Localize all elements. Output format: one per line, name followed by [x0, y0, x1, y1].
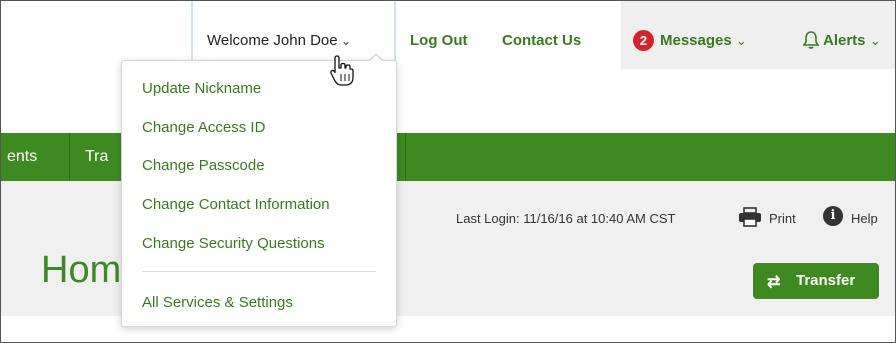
- chevron-down-icon: ⌄: [735, 33, 747, 48]
- transfer-button-label: Transfer: [796, 272, 856, 289]
- dropdown-caret-fill: [369, 55, 383, 62]
- menu-item-change-passcode[interactable]: Change Passcode: [142, 157, 265, 174]
- page-title: Hom: [41, 249, 122, 291]
- contact-us-link[interactable]: Contact Us: [502, 32, 581, 49]
- chevron-down-icon: ⌄: [869, 33, 881, 48]
- bell-icon: [802, 31, 820, 49]
- chevron-down-icon: ⌄: [340, 33, 352, 48]
- menu-item-change-security-questions[interactable]: Change Security Questions: [142, 235, 325, 252]
- messages-count-badge: 2: [633, 30, 654, 51]
- last-login-text: Last Login: 11/16/16 at 10:40 AM CST: [456, 211, 676, 226]
- help-link[interactable]: Help: [851, 211, 878, 226]
- alerts-menu[interactable]: Alerts ⌄: [823, 32, 881, 49]
- menu-divider: [142, 271, 376, 272]
- info-icon[interactable]: i: [823, 206, 843, 226]
- print-link[interactable]: Print: [769, 211, 796, 226]
- swap-arrows-icon: ⇄: [767, 274, 781, 291]
- nav-item-transfers[interactable]: Tra: [85, 133, 121, 181]
- messages-menu[interactable]: Messages ⌄: [660, 32, 747, 49]
- welcome-label[interactable]: Welcome John Doe ⌄: [207, 32, 352, 49]
- logout-link[interactable]: Log Out: [410, 32, 467, 49]
- printer-icon[interactable]: [738, 207, 762, 227]
- welcome-menu-trigger[interactable]: Welcome John Doe ⌄: [191, 1, 396, 69]
- transfer-button[interactable]: ⇄ Transfer: [753, 263, 879, 299]
- menu-item-change-contact-information[interactable]: Change Contact Information: [142, 196, 330, 213]
- menu-item-all-services-settings[interactable]: All Services & Settings: [142, 294, 293, 311]
- hand-pointer-icon: [330, 55, 354, 86]
- menu-item-update-nickname[interactable]: Update Nickname: [142, 80, 261, 97]
- nav-divider: [405, 133, 406, 181]
- nav-divider: [69, 133, 70, 181]
- account-dropdown-menu: Update Nickname Change Access ID Change …: [121, 60, 397, 327]
- menu-item-change-access-id[interactable]: Change Access ID: [142, 119, 265, 136]
- nav-item-payments[interactable]: ents: [1, 133, 69, 181]
